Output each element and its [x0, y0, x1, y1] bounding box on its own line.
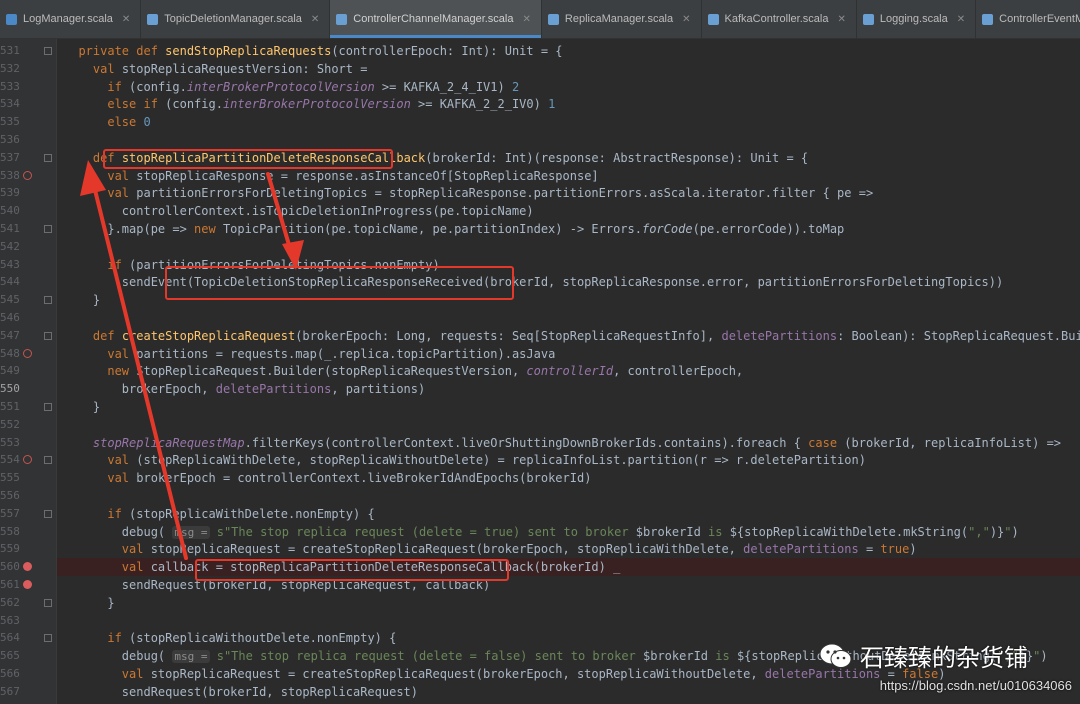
- annotation-arrows: [80, 160, 304, 560]
- arrow-down-head: [282, 240, 304, 270]
- arrow-up-head: [80, 160, 106, 196]
- source-url: https://blog.csdn.net/u010634066: [879, 678, 1072, 693]
- arrow-up-line: [93, 188, 188, 560]
- wechat-logo-icon: [818, 641, 854, 671]
- watermark-text: 石臻臻的杂货铺: [860, 644, 1028, 672]
- watermark: 石臻臻的杂货铺: [818, 638, 1028, 673]
